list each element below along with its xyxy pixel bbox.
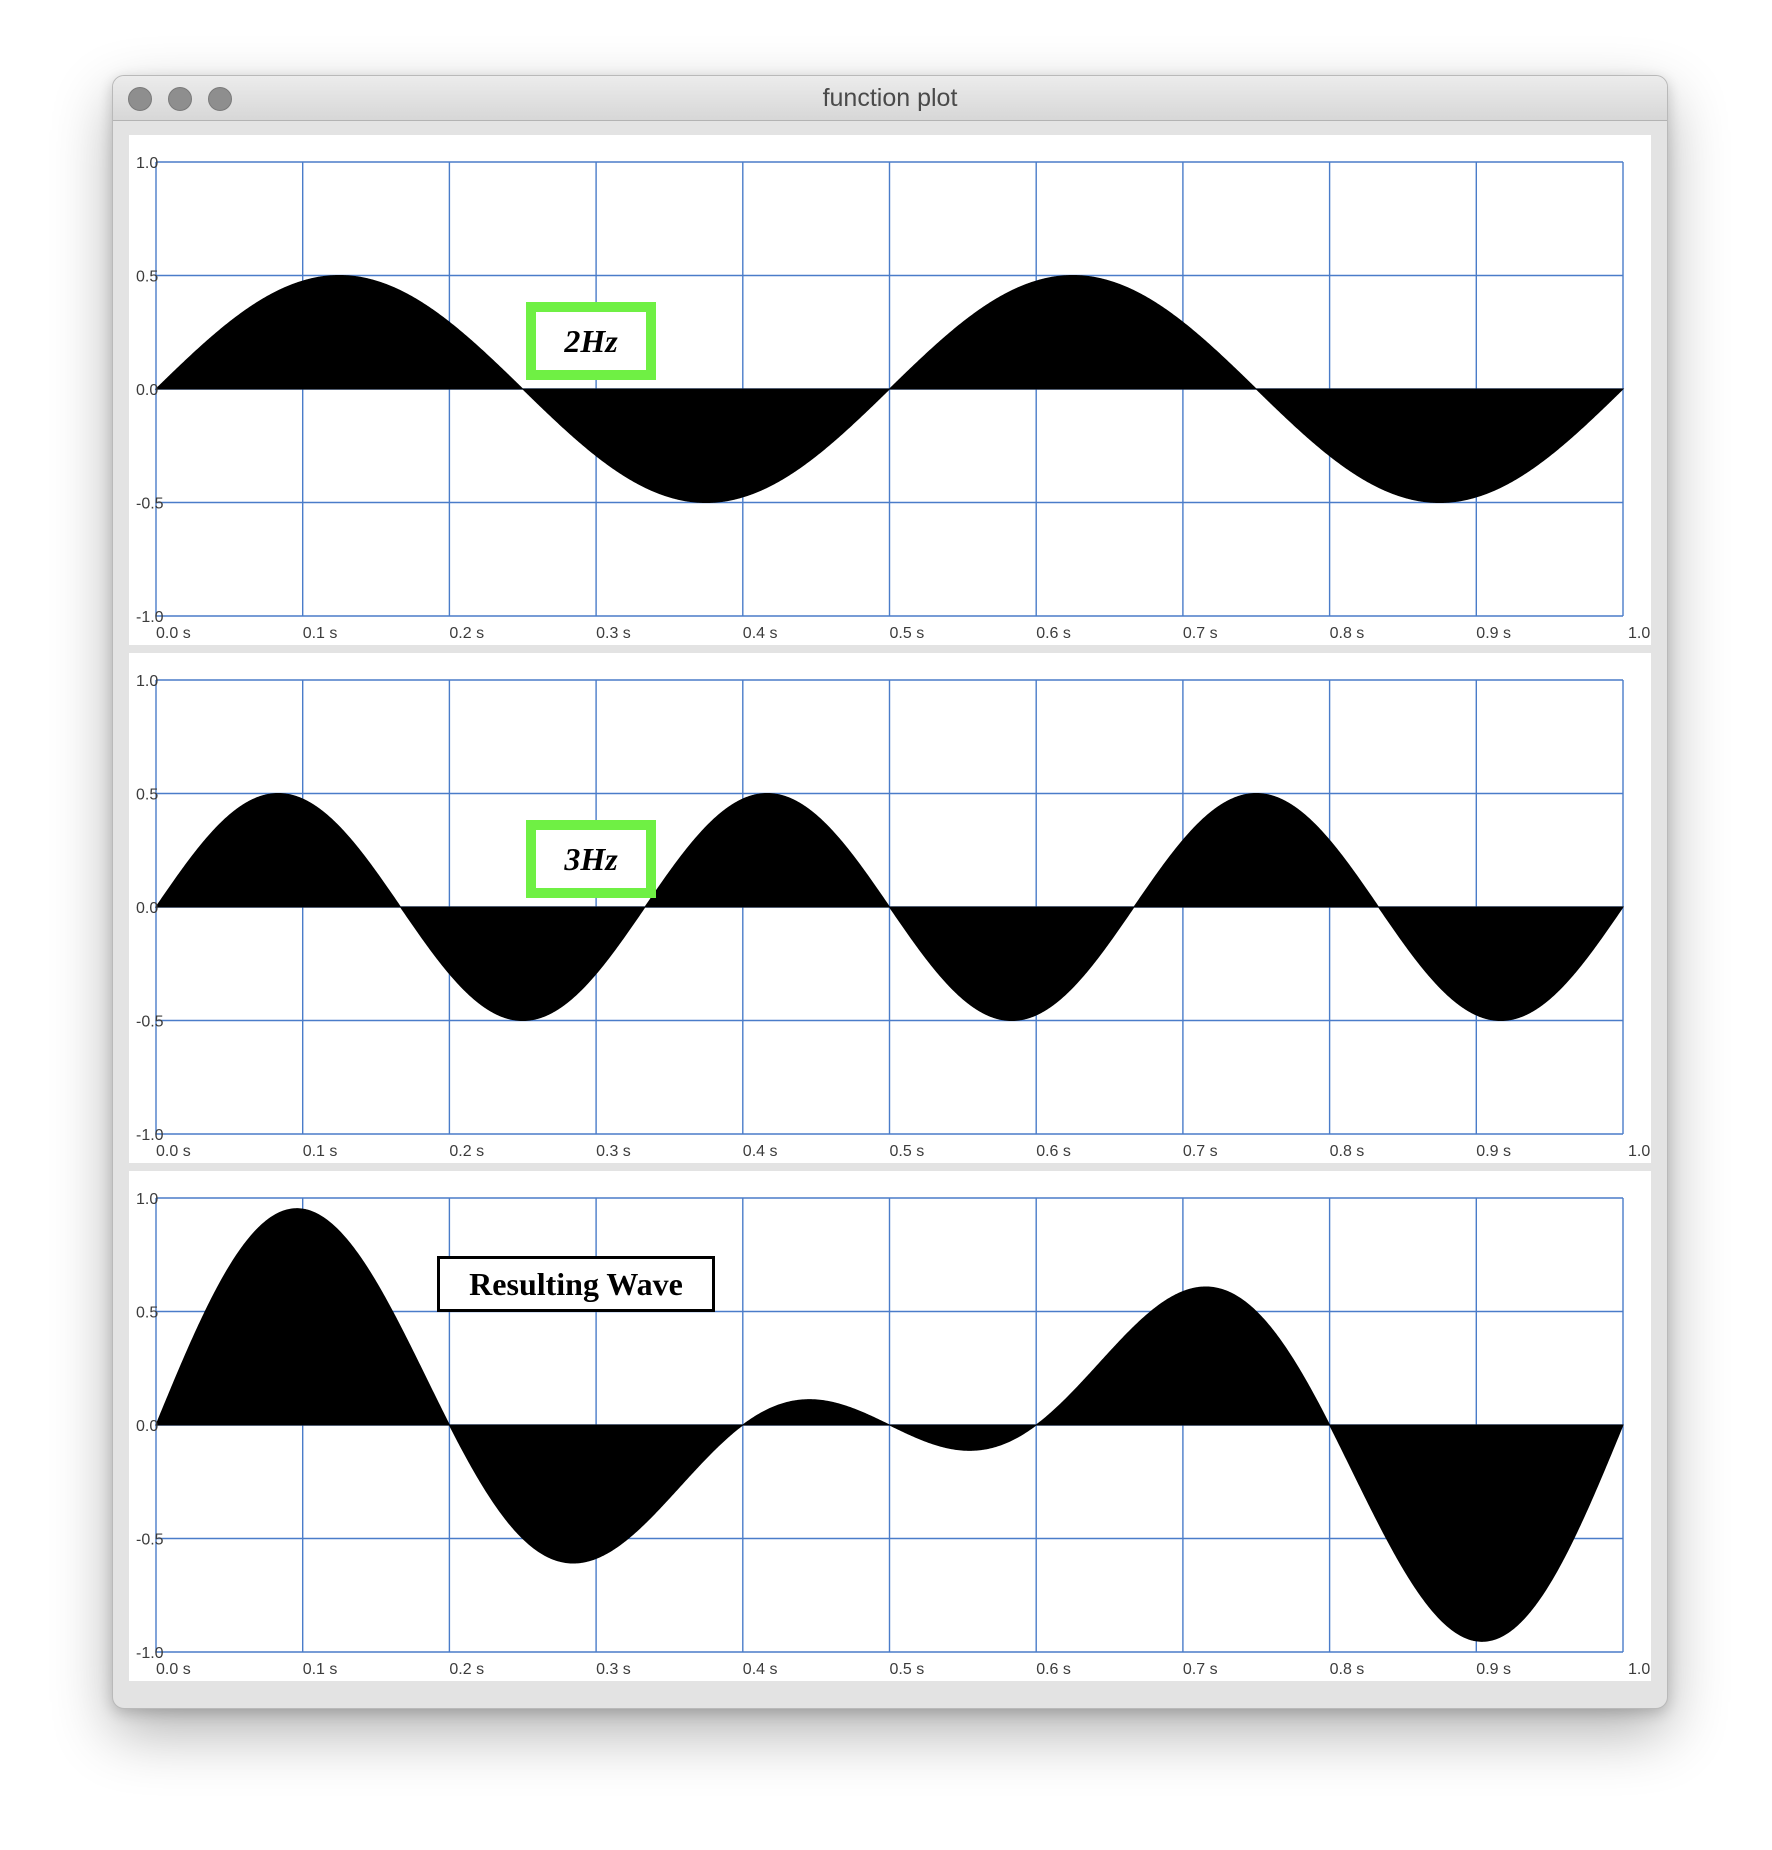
y-tick-label: 0.5 (136, 269, 158, 286)
x-tick-label: 0.8 s (1330, 625, 1365, 642)
x-tick-label: 0.6 s (1036, 1661, 1071, 1678)
window-title: function plot (822, 84, 958, 112)
y-tick-label: 1.0 (136, 1191, 158, 1208)
x-tick-label: 0.0 s (156, 1661, 191, 1678)
plot-area: 1.0 0.5 0.0 -0.5 -1.0 0.0 s 0.1 s 0.2 s 0.3 s 0.4… (129, 135, 1651, 1695)
x-tick-label: 0.4 s (743, 1661, 778, 1678)
x-tick-label: 0.1 s (303, 1661, 338, 1678)
y-tick-label: 0.0 (136, 900, 158, 917)
x-tick-label: 0.4 s (743, 1143, 778, 1160)
x-tick-label: 0.2 s (449, 1143, 484, 1160)
x-tick-label: 0.3 s (596, 625, 631, 642)
y-tick-label: -1.0 (136, 1645, 164, 1662)
y-tick-label: -1.0 (136, 1127, 164, 1144)
x-tick-label: 0.7 s (1183, 1661, 1218, 1678)
x-tick-label: 0.9 s (1476, 1143, 1511, 1160)
y-tick-label: -0.5 (136, 1014, 164, 1031)
x-tick-label: 0.2 s (449, 625, 484, 642)
plot-panel-3hz: 1.0 0.5 0.0 -0.5 -1.0 0.0 s 0.1 s 0.2 s 0.3 s 0.4… (129, 653, 1651, 1163)
x-tick-label: 0.6 s (1036, 625, 1071, 642)
x-tick-label: 0.2 s (449, 1661, 484, 1678)
x-tick-label: 0.7 s (1183, 625, 1218, 642)
plot-resulting-svg: 1.0 0.5 0.0 -0.5 -1.00.0 s 0.1 s 0.2 s 0.3 s 0.4… (136, 1191, 1650, 1678)
x-tick-label: 0.5 s (890, 1661, 925, 1678)
y-tick-label: 0.5 (136, 1305, 158, 1322)
x-tick-label: 1.0 (1628, 1143, 1650, 1160)
x-tick-label: 0.7 s (1183, 1143, 1218, 1160)
x-tick-label: 0.1 s (303, 625, 338, 642)
y-tick-label: 0.0 (136, 1418, 158, 1435)
x-tick-label: 0.0 s (156, 625, 191, 642)
y-tick-label: -1.0 (136, 609, 164, 626)
x-tick-label: 0.9 s (1476, 1661, 1511, 1678)
x-tick-label: 0.3 s (596, 1661, 631, 1678)
y-tick-label: 1.0 (136, 155, 158, 172)
plot-3hz-svg: 1.0 0.5 0.0 -0.5 -1.00.0 s 0.1 s 0.2 s 0.3 s 0.4… (136, 673, 1650, 1160)
x-tick-label: 1.0 (1628, 625, 1650, 642)
label-3hz: 3Hz (526, 820, 656, 898)
x-tick-label: 0.4 s (743, 625, 778, 642)
x-tick-label: 0.6 s (1036, 1143, 1071, 1160)
x-tick-label: 0.3 s (596, 1143, 631, 1160)
y-tick-label: -0.5 (136, 1532, 164, 1549)
x-tick-label: 1.0 (1628, 1661, 1650, 1678)
plot-panel-resulting: 1.0 0.5 0.0 -0.5 -1.0 0.0 s 0.1 s 0.2 s 0.3 s 0.4… (129, 1171, 1651, 1681)
x-tick-label: 0.5 s (890, 1143, 925, 1160)
y-tick-label: 1.0 (136, 673, 158, 690)
y-tick-label: -0.5 (136, 496, 164, 513)
plot-2hz-svg: 1.0 0.5 0.0 -0.5 -1.00.0 s 0.1 s 0.2 s 0.3 s 0.4… (136, 155, 1650, 642)
x-tick-label: 0.5 s (890, 625, 925, 642)
y-tick-label: 0.0 (136, 382, 158, 399)
label-2hz: 2Hz (526, 302, 656, 380)
label-resulting-wave: Resulting Wave (437, 1256, 715, 1312)
x-tick-label: 0.9 s (1476, 625, 1511, 642)
app-window: function plot 1.0 0.5 0.0 -0.5 -1.0 0.0 s 0.1 … (112, 75, 1668, 1709)
plot-panel-2hz: 1.0 0.5 0.0 -0.5 -1.0 0.0 s 0.1 s 0.2 s 0.3 s 0.4… (129, 135, 1651, 645)
x-tick-label: 0.8 s (1330, 1661, 1365, 1678)
title-bar[interactable]: function plot (113, 76, 1667, 121)
x-tick-label: 0.0 s (156, 1143, 191, 1160)
x-tick-label: 0.8 s (1330, 1143, 1365, 1160)
y-tick-label: 0.5 (136, 787, 158, 804)
x-tick-label: 0.1 s (303, 1143, 338, 1160)
